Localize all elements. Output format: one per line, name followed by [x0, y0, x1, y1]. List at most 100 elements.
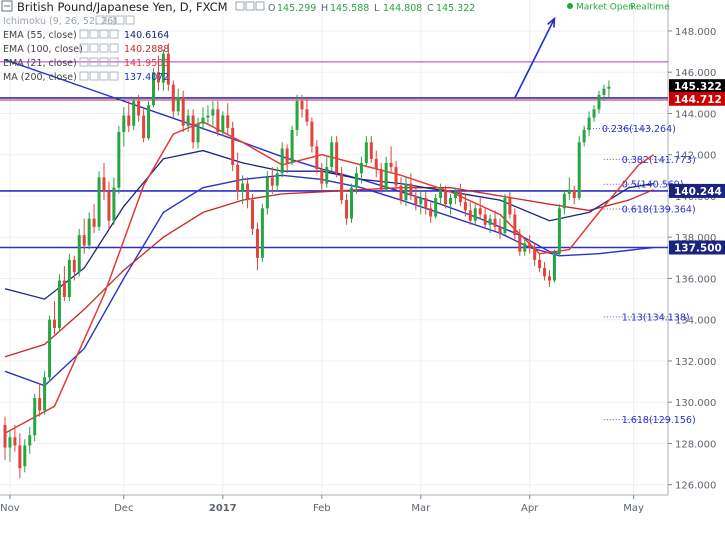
candle-body[interactable]	[72, 259, 76, 273]
candle-body[interactable]	[379, 169, 383, 190]
candle-body[interactable]	[444, 189, 448, 205]
candle-body[interactable]	[82, 235, 86, 246]
candle-body[interactable]	[572, 189, 576, 198]
candle-body[interactable]	[28, 435, 32, 446]
candle-body[interactable]	[132, 101, 136, 126]
candle-body[interactable]	[439, 189, 443, 198]
candle-body[interactable]	[592, 109, 596, 118]
candle-body[interactable]	[354, 173, 358, 188]
candle-body[interactable]	[186, 115, 190, 126]
candle-body[interactable]	[246, 183, 250, 201]
candle-body[interactable]	[57, 280, 61, 328]
candle-body[interactable]	[384, 162, 388, 190]
candle-body[interactable]	[414, 195, 418, 205]
candle-body[interactable]	[122, 115, 126, 133]
candle-body[interactable]	[463, 202, 467, 211]
candle-body[interactable]	[260, 208, 264, 258]
candle-body[interactable]	[419, 198, 423, 205]
candle-body[interactable]	[285, 148, 289, 163]
candle-body[interactable]	[221, 115, 225, 133]
candle-body[interactable]	[458, 191, 462, 203]
candle-body[interactable]	[557, 208, 561, 254]
candle-body[interactable]	[231, 127, 235, 165]
candle-body[interactable]	[325, 167, 329, 184]
candle-body[interactable]	[147, 105, 151, 139]
candle-body[interactable]	[350, 187, 353, 219]
candle-body[interactable]	[117, 132, 121, 188]
candle-body[interactable]	[236, 165, 240, 192]
candle-body[interactable]	[8, 437, 12, 448]
candle-body[interactable]	[468, 210, 472, 221]
candle-body[interactable]	[424, 198, 428, 209]
candle-body[interactable]	[523, 243, 527, 252]
candle-body[interactable]	[394, 167, 398, 186]
candle-body[interactable]	[409, 183, 413, 196]
candle-body[interactable]	[513, 214, 517, 236]
candle-body[interactable]	[206, 115, 210, 118]
candle-body[interactable]	[335, 142, 339, 174]
candle-body[interactable]	[275, 173, 279, 186]
candle-body[interactable]	[548, 276, 551, 281]
candle-body[interactable]	[562, 193, 566, 209]
candle-body[interactable]	[508, 198, 512, 215]
candle-body[interactable]	[251, 200, 254, 229]
candle-body[interactable]	[92, 218, 96, 227]
candle-body[interactable]	[399, 185, 403, 201]
candle-body[interactable]	[577, 142, 581, 198]
candle-body[interactable]	[290, 129, 294, 163]
candle-body[interactable]	[38, 398, 42, 411]
candle-body[interactable]	[582, 129, 586, 143]
candle-body[interactable]	[13, 437, 17, 446]
candle-body[interactable]	[359, 162, 363, 174]
candle-body[interactable]	[602, 88, 606, 95]
candle-body[interactable]	[453, 191, 457, 198]
candle-body[interactable]	[364, 142, 368, 163]
candle-body[interactable]	[404, 183, 408, 201]
candle-body[interactable]	[587, 117, 591, 130]
candle-body[interactable]	[449, 198, 452, 205]
candle-body[interactable]	[191, 115, 195, 143]
candle-body[interactable]	[483, 214, 487, 225]
candle-body[interactable]	[241, 183, 245, 192]
candle-body[interactable]	[181, 96, 185, 126]
candle-body[interactable]	[23, 445, 27, 467]
candle-body[interactable]	[607, 86, 611, 89]
candle-body[interactable]	[320, 169, 324, 184]
candle-body[interactable]	[87, 218, 91, 246]
candle-body[interactable]	[137, 101, 141, 116]
candle-body[interactable]	[142, 115, 146, 139]
candle-body[interactable]	[43, 377, 47, 411]
candle-body[interactable]	[53, 319, 56, 328]
candle-body[interactable]	[543, 268, 547, 277]
candle-body[interactable]	[265, 177, 269, 209]
candle-body[interactable]	[305, 109, 309, 122]
candle-body[interactable]	[107, 191, 111, 221]
candle-body[interactable]	[374, 158, 378, 170]
candle-body[interactable]	[295, 101, 299, 130]
candle-body[interactable]	[201, 117, 205, 124]
candle-body[interactable]	[389, 162, 393, 168]
candle-body[interactable]	[538, 259, 542, 269]
candle-body[interactable]	[340, 173, 344, 201]
candle-body[interactable]	[552, 253, 556, 281]
candle-body[interactable]	[493, 218, 497, 227]
candle-body[interactable]	[226, 115, 230, 128]
candle-body[interactable]	[102, 177, 106, 192]
candle-body[interactable]	[498, 226, 502, 234]
candle-body[interactable]	[597, 94, 601, 110]
candle-body[interactable]	[488, 218, 492, 225]
candle-body[interactable]	[434, 198, 438, 217]
candle-body[interactable]	[77, 235, 81, 273]
candle-body[interactable]	[176, 96, 180, 112]
candle-body[interactable]	[67, 259, 71, 297]
indicator-legend-item[interactable]: Ichimoku (9, 26, 52, 26)	[3, 15, 135, 27]
candle-body[interactable]	[533, 247, 537, 260]
candle-body[interactable]	[567, 189, 571, 194]
candle-body[interactable]	[310, 121, 314, 147]
candle-body[interactable]	[473, 208, 477, 221]
candle-body[interactable]	[62, 280, 66, 298]
candle-body[interactable]	[18, 445, 22, 469]
candle-body[interactable]	[345, 200, 349, 219]
candle-body[interactable]	[300, 101, 304, 110]
candle-body[interactable]	[211, 109, 215, 116]
